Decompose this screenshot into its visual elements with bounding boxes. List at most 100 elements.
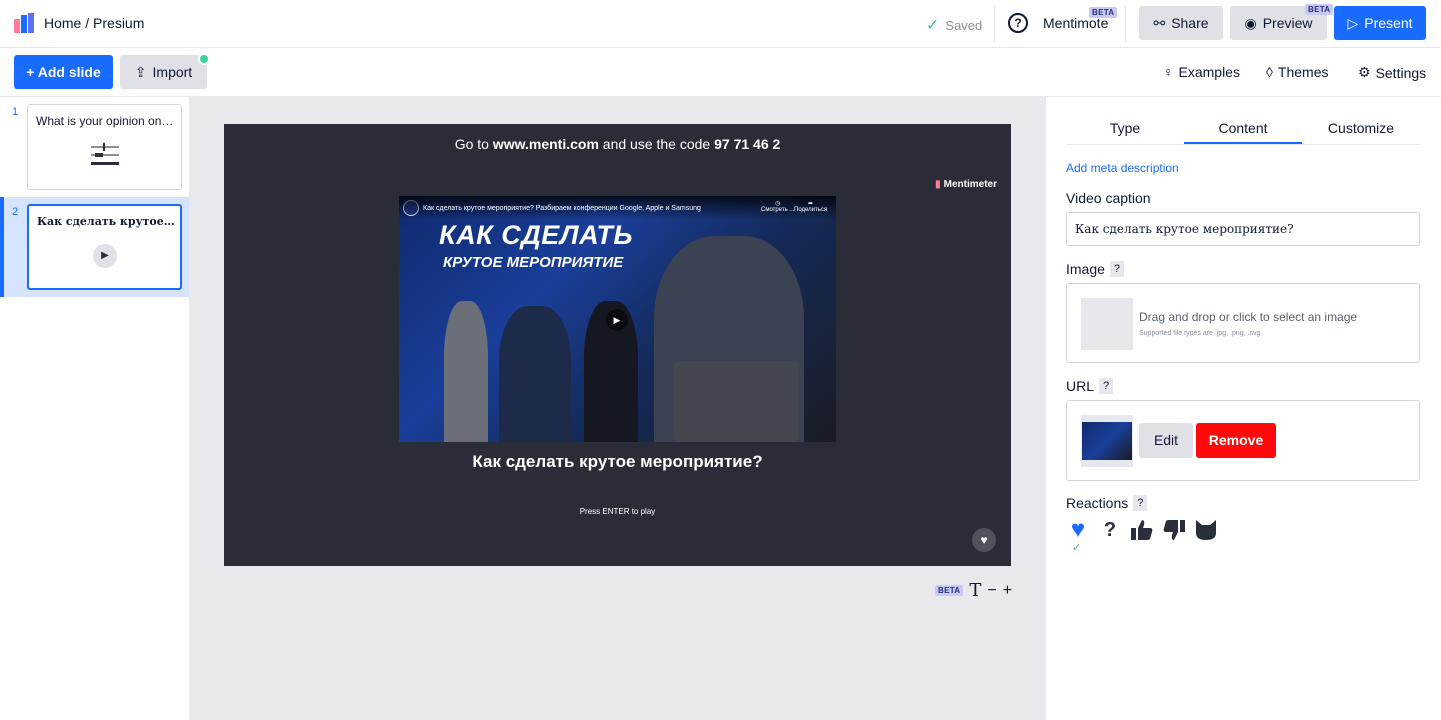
watch-later-button[interactable]: ◷ Смотреть ... (761, 200, 794, 213)
breadcrumb-presentation-name[interactable]: Presium (93, 15, 144, 31)
press-enter-hint: Press ENTER to play (579, 507, 656, 516)
mentimote-beta-badge: BETA (1089, 7, 1118, 18)
remove-url-button[interactable]: Remove (1196, 423, 1276, 458)
reactions-label: Reactions ? (1066, 495, 1148, 511)
import-button[interactable]: ⇪ Import (120, 55, 207, 89)
tab-customize[interactable]: Customize (1302, 111, 1420, 144)
video-share-button[interactable]: ➦ Поделиться (794, 200, 827, 213)
mentimeter-brand: ▮ Mentimeter (935, 179, 997, 190)
person-figure (444, 301, 488, 442)
mentimeter-logo-icon: ▮ (935, 179, 941, 190)
video-caption-input[interactable]: Как сделать крутое мероприятие? (1066, 212, 1420, 246)
cat-icon[interactable] (1194, 518, 1218, 542)
slide-list: 1 What is your opinion on t... 2 Как сде… (0, 97, 189, 720)
image-dropzone[interactable]: Drag and drop or click to select an imag… (1066, 283, 1420, 363)
new-badge-dot (198, 53, 210, 65)
themes-link[interactable]: ◊ Themes (1266, 64, 1329, 80)
mentimeter-logo-icon[interactable] (14, 13, 36, 33)
top-bar: Home / Presium ✓ Saved ? Mentimote BETA … (0, 0, 1441, 48)
slide-title: Как сделать крутое мер... (37, 215, 177, 228)
slide-row-1[interactable]: 1 What is your opinion on t... (0, 97, 189, 197)
question-icon[interactable]: ? (1098, 518, 1122, 542)
saved-status: ✓ Saved (926, 15, 982, 35)
join-instructions: Go to www.menti.com and use the code 97 … (224, 136, 1011, 152)
person-figure (499, 306, 571, 442)
present-label: Present (1364, 15, 1413, 31)
play-icon: ▶ (93, 244, 117, 268)
watch-later-label: Смотреть ... (761, 207, 795, 213)
thumbs-down-icon[interactable] (1162, 518, 1186, 542)
join-mid: and use the code (602, 136, 711, 152)
url-help-icon[interactable]: ? (1099, 378, 1114, 394)
examples-label: Examples (1178, 64, 1240, 80)
import-label: Import (152, 64, 193, 80)
increase-text-button[interactable]: + (1003, 582, 1012, 600)
video-caption-label-text: Video caption (1066, 190, 1151, 206)
upload-icon: ⇪ (134, 63, 147, 80)
share-arrow-icon: ➦ (808, 201, 814, 207)
drop-icon: ◊ (1266, 64, 1273, 80)
video-url-box: Edit Remove (1066, 400, 1420, 481)
decrease-text-button[interactable]: − (987, 582, 996, 600)
breadcrumb-home[interactable]: Home (44, 15, 81, 31)
text-size-tools: BETA T − + (935, 580, 1012, 601)
laptop-figure (674, 361, 799, 442)
heart-icon[interactable]: ♥ (1066, 516, 1090, 543)
image-label: Image ? (1066, 261, 1124, 277)
slide-number: 2 (12, 206, 19, 218)
slide-thumbnail[interactable]: Как сделать крутое мер... ▶ (27, 204, 182, 290)
add-slide-button[interactable]: + Add slide (14, 55, 113, 89)
slide-settings-panel: Type Content Customize Add meta descript… (1046, 97, 1441, 720)
text-size-icon[interactable]: T (969, 580, 981, 601)
image-placeholder (1081, 298, 1133, 350)
image-help-icon[interactable]: ? (1109, 261, 1124, 277)
tab-type[interactable]: Type (1066, 111, 1184, 144)
present-button[interactable]: ▷ Present (1334, 6, 1426, 40)
share-icon: ⚯ (1153, 14, 1166, 31)
reactions-list: ♥ ? (1066, 516, 1218, 543)
url-label: URL ? (1066, 378, 1114, 394)
image-label-text: Image (1066, 261, 1105, 277)
text-tools-beta-badge: BETA (935, 585, 964, 596)
settings-link[interactable]: ⚙ Settings (1358, 64, 1426, 81)
panel-tabs: Type Content Customize (1066, 111, 1420, 145)
preview-beta-badge: BETA (1305, 4, 1334, 15)
video-url-thumbnail (1081, 415, 1133, 467)
eye-icon: ◉ (1244, 14, 1257, 31)
saved-label: Saved (945, 17, 983, 33)
divider (1125, 6, 1126, 42)
themes-label: Themes (1277, 64, 1329, 80)
video-thumbnail-image (1082, 422, 1132, 460)
share-button[interactable]: ⚯ Share (1139, 6, 1223, 40)
sliders-icon (91, 143, 119, 165)
breadcrumb: Home / Presium (44, 15, 144, 31)
add-meta-description-link[interactable]: Add meta description (1066, 161, 1179, 175)
preview-label: Preview (1262, 15, 1313, 31)
lightbulb-icon: ♀ (1163, 64, 1174, 80)
video-caption-label: Video caption (1066, 190, 1151, 206)
join-url: www.menti.com (492, 136, 599, 152)
divider (994, 6, 995, 42)
video-caption: Как сделать крутое мероприятие? (472, 452, 763, 471)
check-icon: ✓ (926, 17, 940, 34)
heart-reaction-icon[interactable]: ♥ (972, 528, 996, 552)
image-drop-text: Drag and drop or click to select an imag… (1139, 310, 1358, 324)
brand-label: Mentimeter (943, 179, 997, 190)
help-icon[interactable]: ? (1008, 13, 1028, 33)
slide-preview[interactable]: Go to www.menti.com and use the code 97 … (224, 124, 1011, 566)
video-play-icon[interactable]: ▶ (606, 309, 628, 331)
video-headline: КАК СДЕЛАТЬ (439, 220, 633, 250)
reactions-help-icon[interactable]: ? (1133, 495, 1148, 511)
slide-row-2[interactable]: 2 Как сделать крутое мер... ▶ (0, 197, 189, 297)
clock-icon: ◷ (775, 201, 781, 207)
tab-content[interactable]: Content (1184, 111, 1302, 144)
thumbs-up-icon[interactable] (1130, 518, 1154, 542)
share-label: Share (1171, 15, 1209, 31)
video-subheadline: КРУТОЕ МЕРОПРИЯТИЕ (443, 254, 624, 271)
video-thumbnail[interactable]: Как сделать крутое мероприятие? Разбирае… (399, 196, 836, 442)
slide-thumbnail[interactable]: What is your opinion on t... (27, 104, 182, 190)
join-code: 97 71 46 2 (714, 136, 781, 152)
play-outline-icon: ▷ (1347, 14, 1359, 31)
examples-link[interactable]: ♀ Examples (1163, 64, 1240, 80)
edit-url-button[interactable]: Edit (1139, 423, 1193, 458)
